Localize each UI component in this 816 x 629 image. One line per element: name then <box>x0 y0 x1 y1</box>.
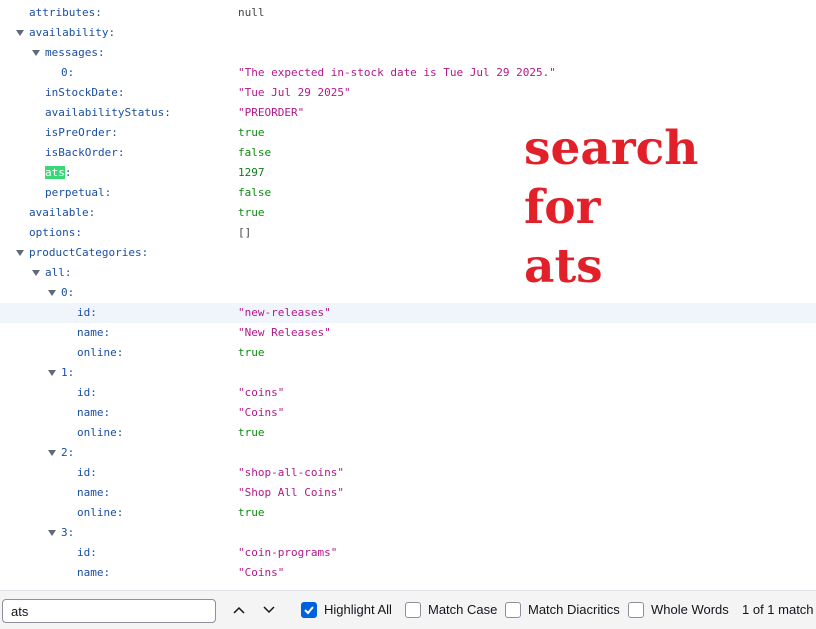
expand-toggle-icon[interactable] <box>48 530 56 536</box>
tree-key: inStockDate: <box>45 86 125 99</box>
expand-toggle-icon[interactable] <box>32 270 40 276</box>
tree-row[interactable]: name: "New Releases" <box>0 323 816 343</box>
match-case-label: Match Case <box>428 602 498 617</box>
tree-key: messages: <box>45 46 105 59</box>
tree-key: 0: <box>61 286 75 299</box>
tree-value: "Coins" <box>238 406 285 419</box>
tree-value: false <box>238 186 272 199</box>
find-input[interactable] <box>2 599 216 623</box>
tree-row[interactable]: id: "coin-programs" <box>0 543 816 563</box>
tree-key: attributes: <box>29 6 102 19</box>
whole-words-label: Whole Words <box>651 602 729 617</box>
tree-key-suffix: : <box>64 166 72 179</box>
tree-value: "The expected in-stock date is Tue Jul 2… <box>238 66 556 79</box>
chevron-up-icon <box>233 606 245 614</box>
tree-key: online: <box>77 426 124 439</box>
tree-value: "Tue Jul 29 2025" <box>238 86 351 99</box>
tree-row[interactable]: name: "Coins" <box>0 403 816 423</box>
tree-value: true <box>238 126 265 139</box>
expand-toggle-icon[interactable] <box>32 50 40 56</box>
tree-key: name: <box>77 406 111 419</box>
tree-key: id: <box>77 466 97 479</box>
tree-row[interactable]: id: "shop-all-coins" <box>0 463 816 483</box>
chevron-down-icon <box>263 606 275 614</box>
tree-value: 1297 <box>238 166 265 179</box>
whole-words-checkbox[interactable] <box>628 602 644 618</box>
tree-value: "Shop All Coins" <box>238 486 344 499</box>
tree-key: perpetual: <box>45 186 112 199</box>
tree-row[interactable]: id: "coins" <box>0 383 816 403</box>
match-diacritics-label: Match Diacritics <box>528 602 620 617</box>
tree-key: all: <box>45 266 72 279</box>
tree-value: [] <box>238 226 252 239</box>
tree-key: 1: <box>61 366 75 379</box>
tree-key: id: <box>77 386 97 399</box>
tree-value: "Coins" <box>238 566 285 579</box>
checkmark-icon <box>304 606 314 615</box>
tree-value: null <box>238 6 265 19</box>
tree-key: availabilityStatus: <box>45 106 171 119</box>
expand-toggle-icon[interactable] <box>48 450 56 456</box>
tree-key: 0: <box>61 66 75 79</box>
tree-value: "coins" <box>238 386 285 399</box>
tree-row[interactable]: name: "Coins" <box>0 563 816 583</box>
tree-row[interactable]: name: "Shop All Coins" <box>0 483 816 503</box>
tree-value: true <box>238 346 265 359</box>
tree-value: "PREORDER" <box>238 106 305 119</box>
tree-key: 2: <box>61 446 75 459</box>
tree-value: true <box>238 426 265 439</box>
tree-node[interactable]: 2: <box>0 443 816 463</box>
tree-value: "new-releases" <box>238 306 331 319</box>
tree-node[interactable]: availability: <box>0 23 816 43</box>
expand-toggle-icon[interactable] <box>16 30 24 36</box>
match-diacritics-checkbox[interactable] <box>505 602 521 618</box>
tree-row[interactable]: online: true <box>0 503 816 523</box>
tree-key: name: <box>77 326 111 339</box>
highlight-all-checkbox[interactable] <box>301 602 317 618</box>
tree-key: id: <box>77 546 97 559</box>
tree-row[interactable]: online: true <box>0 423 816 443</box>
tree-row[interactable]: 0: "The expected in-stock date is Tue Jul… <box>0 63 816 83</box>
tree-key: id: <box>77 306 97 319</box>
tree-key: ats: <box>45 163 72 183</box>
tree-value: "coin-programs" <box>238 546 338 559</box>
tree-node[interactable]: messages: <box>0 43 816 63</box>
expand-toggle-icon[interactable] <box>48 290 56 296</box>
expand-toggle-icon[interactable] <box>48 370 56 376</box>
tree-value: "New Releases" <box>238 326 331 339</box>
tree-key: options: <box>29 226 82 239</box>
tree-key: productCategories: <box>29 246 149 259</box>
match-count: 1 of 1 match <box>742 602 814 617</box>
tree-key: online: <box>77 506 124 519</box>
find-next-button[interactable] <box>258 600 280 622</box>
tree-row[interactable]: id: "new-releases" <box>0 303 816 323</box>
tree-value: false <box>238 146 272 159</box>
highlight-all-label: Highlight All <box>324 602 392 617</box>
tree-key: isBackOrder: <box>45 146 125 159</box>
expand-toggle-icon[interactable] <box>16 250 24 256</box>
tree-value: true <box>238 506 265 519</box>
tree-key: name: <box>77 486 111 499</box>
tree-key: available: <box>29 206 96 219</box>
tree-key: isPreOrder: <box>45 126 118 139</box>
tree-key: 3: <box>61 526 75 539</box>
annotation-line-3: ats <box>524 239 603 294</box>
search-match-highlight: ats <box>45 166 65 179</box>
tree-key: online: <box>77 346 124 359</box>
tree-row[interactable]: attributes: null <box>0 3 816 23</box>
tree-value: "shop-all-coins" <box>238 466 344 479</box>
annotation-line-2: for <box>524 180 601 235</box>
tree-row[interactable]: online: true <box>0 343 816 363</box>
tree-value: true <box>238 206 265 219</box>
tree-node[interactable]: 1: <box>0 363 816 383</box>
tree-key: name: <box>77 566 111 579</box>
annotation-overlay: search for ats <box>524 119 698 296</box>
match-case-checkbox[interactable] <box>405 602 421 618</box>
tree-node[interactable]: 3: <box>0 523 816 543</box>
tree-key: availability: <box>29 26 116 39</box>
tree-row[interactable]: inStockDate: "Tue Jul 29 2025" <box>0 83 816 103</box>
annotation-line-1: search <box>524 121 699 176</box>
find-previous-button[interactable] <box>228 600 250 622</box>
find-bar: Highlight All Match Case Match Diacritic… <box>0 590 816 629</box>
